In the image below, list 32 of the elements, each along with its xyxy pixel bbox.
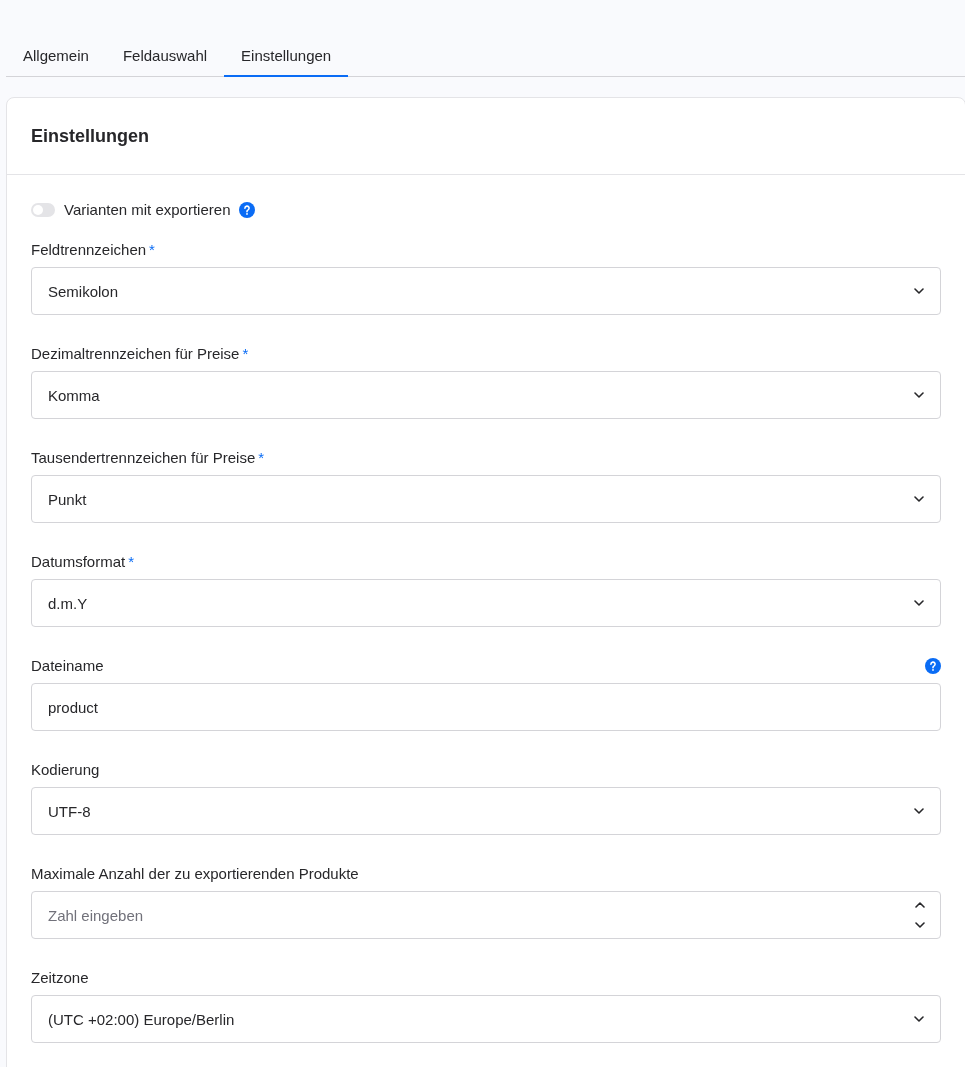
toggle-switch[interactable] xyxy=(31,203,55,217)
chevron-down-icon[interactable] xyxy=(914,808,924,814)
text-field[interactable]: product xyxy=(31,683,941,731)
field-label: Tausendertrennzeichen für Preise * xyxy=(31,448,265,468)
select-field[interactable]: Komma xyxy=(31,371,941,419)
field-label: Dezimaltrennzeichen für Preise * xyxy=(31,344,249,364)
tab[interactable]: Allgemein xyxy=(6,38,106,77)
chevron-up-icon[interactable] xyxy=(915,902,925,908)
field-label: Feldtrennzeichen * xyxy=(31,240,155,260)
chevron-down-icon[interactable] xyxy=(915,922,925,928)
help-icon[interactable] xyxy=(239,202,256,218)
select-field[interactable]: Punkt xyxy=(31,475,941,523)
select-field[interactable]: d.m.Y xyxy=(31,579,941,627)
card-title: Einstellungen xyxy=(31,125,149,147)
tab[interactable]: Einstellungen xyxy=(224,38,349,77)
field-label: Maximale Anzahl der zu exportierenden Produkte xyxy=(31,864,359,884)
select-field[interactable]: (UTC +02:00) Europe/Berlin xyxy=(31,995,941,1043)
field-label: Dateiname xyxy=(31,656,104,676)
field-label: Zeitzone xyxy=(31,968,89,988)
toggle-label: Varianten mit exportieren xyxy=(64,202,231,218)
field-label: Kodierung xyxy=(31,760,100,780)
chevron-down-icon[interactable] xyxy=(914,1016,924,1022)
field-label: Datumsformat * xyxy=(31,552,135,572)
number-field[interactable]: Zahl eingeben xyxy=(31,891,941,939)
chevron-down-icon[interactable] xyxy=(914,288,924,294)
chevron-down-icon[interactable] xyxy=(914,600,924,606)
select-field[interactable]: UTF-8 xyxy=(31,787,941,835)
chevron-down-icon[interactable] xyxy=(914,392,924,398)
tab[interactable]: Feldauswahl xyxy=(105,38,225,77)
select-field[interactable]: Semikolon xyxy=(31,267,941,315)
help-icon[interactable] xyxy=(925,658,941,674)
chevron-down-icon[interactable] xyxy=(914,496,924,502)
